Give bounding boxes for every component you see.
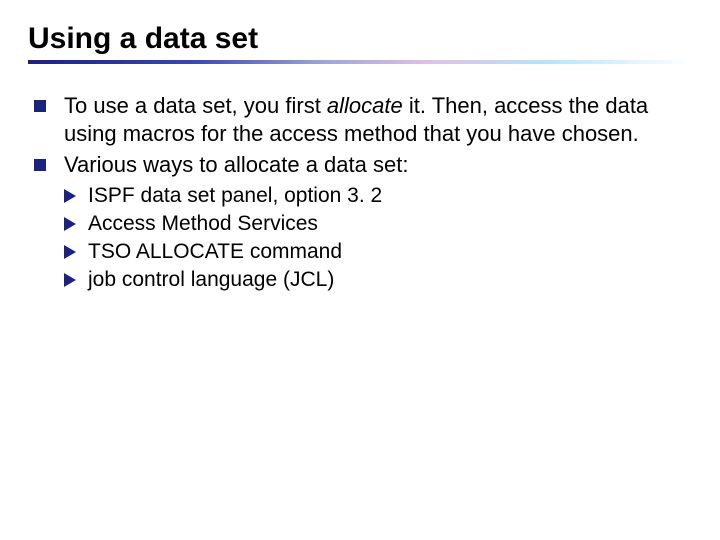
triangle-bullet-icon [64,245,76,259]
sub-bullet-text: ISPF data set panel, option 3. 2 [88,183,382,209]
slide-container: Using a data set To use a data set, you … [0,0,720,294]
sub-bullet-item: TSO ALLOCATE command [64,239,692,265]
triangle-bullet-icon [64,189,76,203]
bullet-item: To use a data set, you first allocate it… [34,92,692,147]
sub-bullet-item: job control language (JCL) [64,267,692,293]
bullet-text-pre: To use a data set, you first [64,93,327,118]
bullet-text: Various ways to allocate a data set: [64,151,692,179]
triangle-bullet-icon [64,273,76,287]
title-underline [28,60,692,64]
sub-bullet-item: Access Method Services [64,211,692,237]
sub-bullet-list: ISPF data set panel, option 3. 2 Access … [28,183,692,294]
main-bullet-list: To use a data set, you first allocate it… [28,92,692,179]
sub-bullet-text: job control language (JCL) [88,267,334,293]
sub-bullet-item: ISPF data set panel, option 3. 2 [64,183,692,209]
bullet-item: Various ways to allocate a data set: [34,151,692,179]
triangle-bullet-icon [64,217,76,231]
bullet-text: To use a data set, you first allocate it… [64,92,692,147]
sub-bullet-text: Access Method Services [88,211,318,237]
bullet-text-emph: allocate [327,93,403,118]
square-bullet-icon [34,159,46,171]
square-bullet-icon [34,100,46,112]
slide-title: Using a data set [28,22,692,56]
sub-bullet-text: TSO ALLOCATE command [88,239,342,265]
